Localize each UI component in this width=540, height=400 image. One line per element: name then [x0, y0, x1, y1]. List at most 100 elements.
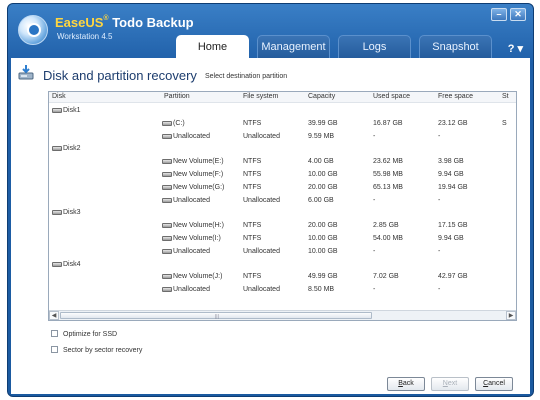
scroll-right-icon[interactable]: ▶ [506, 311, 516, 320]
column-header-partition[interactable]: Partition [164, 93, 190, 100]
cell-capacity-text: 20.00 GB [308, 222, 338, 230]
tab-snapshot[interactable]: Snapshot [419, 35, 492, 58]
cell-file-system: NTFS [243, 120, 261, 127]
optimize-ssd-option[interactable]: Optimize for SSD [51, 330, 117, 338]
cell-used-space: 65.13 MB [373, 184, 403, 191]
cell-partition: (C:) [162, 120, 185, 127]
tab-home[interactable]: Home [176, 35, 249, 58]
hard-disk-icon [52, 146, 62, 152]
cell-partition: New Volume(J:) [162, 273, 222, 280]
cell-free-space-text: 9.94 GB [438, 171, 464, 178]
partition-icon [162, 274, 172, 280]
cell-free-space: 42.97 GB [438, 273, 468, 280]
sector-by-sector-checkbox[interactable] [51, 346, 58, 353]
cell-partition: Unallocated [162, 286, 210, 293]
partition-row[interactable]: (C:) NTFS 39.99 GB 16.87 GB 23.12 GB S [49, 118, 516, 130]
cell-free-space-text: - [438, 196, 441, 204]
cell-free-space: - [438, 286, 440, 293]
partition-row[interactable]: New Volume(G:) NTFS 20.00 GB 65.13 MB 19.94 … [49, 182, 516, 194]
app-edition: Workstation 4.5 [57, 32, 113, 41]
cancel-button[interactable]: Cancel [475, 377, 513, 391]
app-name: EaseUS® Todo Backup [55, 15, 194, 30]
cell-file-system-text: NTFS [243, 222, 262, 230]
cell-free-space: - [438, 133, 440, 140]
tab-management[interactable]: Management [257, 35, 330, 58]
cell-disk: Disk2 [52, 145, 81, 152]
cell-free-space-text: 3.98 GB [438, 158, 464, 166]
cell-used-space-text: 2.85 GB [373, 222, 399, 230]
cell-capacity-text: 39.99 GB [308, 119, 338, 127]
cell-free-space: 3.98 GB [438, 158, 464, 165]
tab-logs[interactable]: Logs [338, 35, 411, 58]
disk-label: Disk4 [63, 260, 81, 268]
column-header-file-system[interactable]: File system [243, 93, 278, 100]
cell-capacity: 8.50 MB [308, 286, 334, 293]
scroll-thumb[interactable]: ||| [60, 312, 372, 320]
partition-row[interactable]: New Volume(J:) NTFS 49.99 GB 7.02 GB 42.97 G… [49, 271, 516, 283]
cancel-button-label: ancel [488, 380, 505, 387]
disk-label: Disk2 [63, 145, 81, 153]
partition-icon [162, 172, 172, 177]
cell-capacity-text: 9.59 MB [308, 132, 335, 140]
back-button[interactable]: Back [387, 377, 425, 391]
cell-partition-text: New Volume(H:) [173, 222, 224, 230]
column-header-disk[interactable]: Disk [52, 93, 66, 100]
cell-capacity-text: 20.00 GB [308, 183, 338, 191]
cell-used-space-text: 16.87 GB [373, 119, 403, 127]
cell-used-space: 23.62 MB [373, 158, 403, 165]
sector-by-sector-label: Sector by sector recovery [63, 347, 143, 354]
partition-row[interactable]: New Volume(I:) NTFS 10.00 GB 54.00 MB 9.94 G… [49, 233, 516, 245]
cell-free-space: 9.94 GB [438, 171, 464, 178]
disk-row[interactable]: Disk4 [49, 259, 516, 271]
cell-file-system-text: NTFS [243, 171, 262, 178]
cell-used-space-text: 54.00 MB [373, 235, 403, 242]
cell-free-space: - [438, 248, 440, 255]
partition-row[interactable]: Unallocated Unallocated 8.50 MB - - [49, 284, 516, 296]
horizontal-scrollbar[interactable]: ◀ ||| ▶ [49, 310, 516, 320]
help-menu-button[interactable]: ? ▾ [508, 42, 523, 55]
cell-partition-text: Unallocated [173, 286, 210, 294]
cell-capacity: 20.00 GB [308, 222, 338, 229]
column-header-status[interactable]: St [502, 93, 509, 100]
cell-capacity: 9.59 MB [308, 133, 334, 140]
cell-capacity-text: 10.00 GB [308, 247, 338, 255]
disk-row[interactable]: Disk1 [49, 105, 516, 117]
cell-file-system: Unallocated [243, 133, 280, 140]
disk-row[interactable]: Disk3 [49, 207, 516, 219]
partition-grid: Disk Partition File system Capacity Used… [48, 91, 517, 321]
close-button[interactable]: ✕ [510, 8, 526, 21]
partition-row[interactable]: Unallocated Unallocated 6.00 GB - - [49, 195, 516, 207]
cell-used-space-text: - [373, 286, 376, 294]
minimize-button[interactable]: – [491, 8, 507, 21]
cell-free-space-text: 19.94 GB [438, 183, 468, 191]
hard-disk-icon [52, 210, 62, 216]
cell-free-space-text: 42.97 GB [438, 273, 468, 281]
disk-label: Disk3 [63, 209, 81, 217]
partition-row[interactable]: Unallocated Unallocated 10.00 GB - - [49, 246, 516, 258]
cell-capacity: 6.00 GB [308, 197, 334, 204]
partition-row[interactable]: New Volume(E:) NTFS 4.00 GB 23.62 MB 3.98 GB [49, 156, 516, 168]
cell-file-system: Unallocated [243, 197, 280, 204]
cell-capacity-text: 4.00 GB [308, 158, 334, 166]
cell-partition: New Volume(G:) [162, 184, 224, 191]
cell-partition-text: New Volume(E:) [173, 158, 224, 166]
cell-free-space: 23.12 GB [438, 120, 468, 127]
partition-row[interactable]: New Volume(F:) NTFS 10.00 GB 55.98 MB 9.94 G… [49, 169, 516, 181]
next-button[interactable]: Next [431, 377, 469, 391]
cell-used-space: 54.00 MB [373, 235, 403, 242]
scroll-left-icon[interactable]: ◀ [49, 311, 59, 320]
column-header-capacity[interactable]: Capacity [308, 93, 335, 100]
cell-partition-text: Unallocated [173, 132, 210, 140]
partition-row[interactable]: New Volume(H:) NTFS 20.00 GB 2.85 GB 17.15 G… [49, 220, 516, 232]
sector-by-sector-option[interactable]: Sector by sector recovery [51, 346, 142, 354]
grid-header: Disk Partition File system Capacity Used… [49, 92, 516, 103]
cell-used-space-text: 65.13 MB [373, 183, 403, 191]
cell-file-system-text: NTFS [243, 119, 262, 127]
cell-file-system-text: NTFS [243, 235, 262, 242]
disk-row[interactable]: Disk2 [49, 143, 516, 155]
cell-disk: Disk3 [52, 209, 81, 216]
column-header-free-space[interactable]: Free space [438, 93, 473, 100]
column-header-used-space[interactable]: Used space [373, 93, 410, 100]
partition-row[interactable]: Unallocated Unallocated 9.59 MB - - [49, 131, 516, 143]
optimize-ssd-checkbox[interactable] [51, 330, 58, 337]
